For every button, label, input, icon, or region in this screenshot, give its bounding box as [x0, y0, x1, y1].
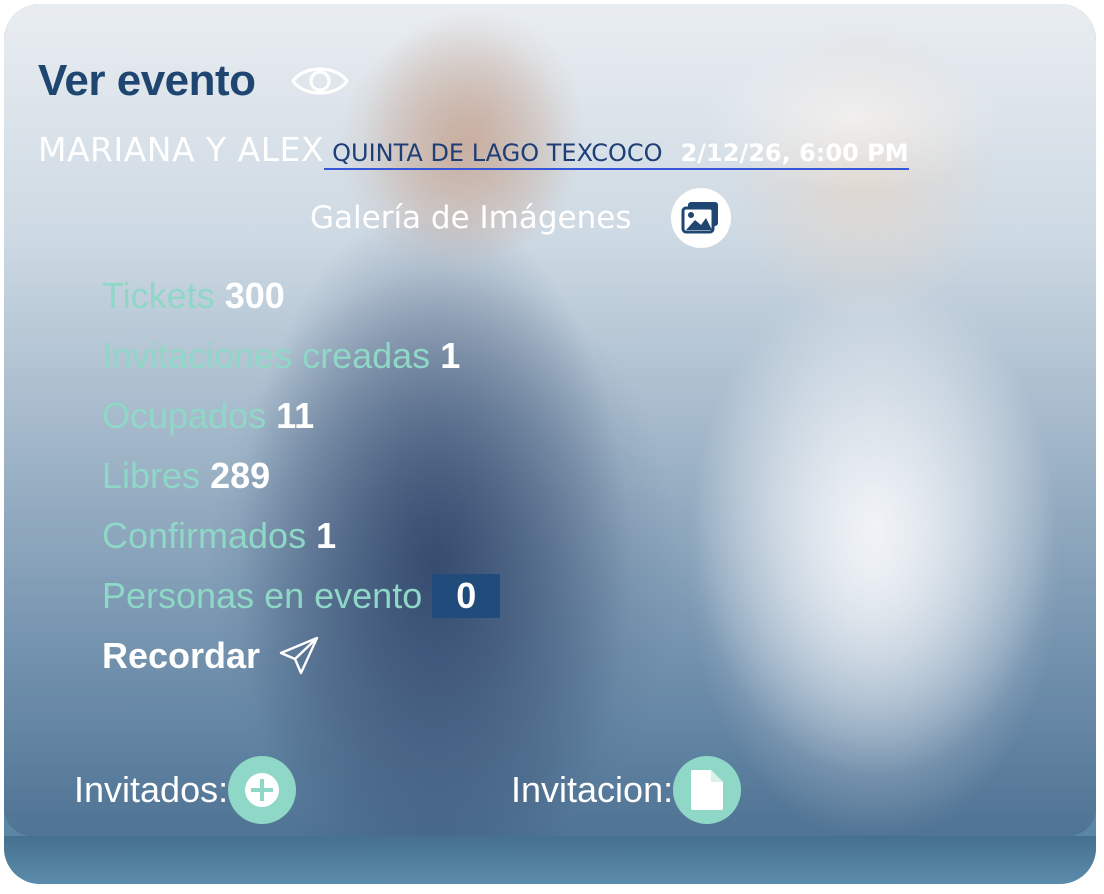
image-gallery-icon	[681, 202, 719, 234]
invitation-document-button[interactable]	[673, 756, 742, 824]
stat-label: Invitaciones creadas	[102, 335, 431, 376]
bottom-actions: Invitados: Invitacion:	[4, 756, 1096, 826]
stat-value: 289	[210, 455, 271, 496]
event-venue[interactable]: QUINTA DE LAGO TEXCOCO	[332, 139, 662, 167]
guests-label: Invitados:	[74, 769, 229, 810]
eye-icon[interactable]	[290, 61, 350, 101]
stat-people-at-event: Personas en evento 0	[102, 566, 501, 626]
stat-label: Confirmados	[102, 515, 307, 556]
event-location-link[interactable]: QUINTA DE LAGO TEXCOCO 2/12/26, 6:00 PM	[324, 139, 909, 170]
invitation-action: Invitacion:	[511, 756, 742, 824]
gallery-row: Galería de Imágenes	[310, 188, 732, 248]
add-guest-button[interactable]	[228, 756, 297, 824]
document-icon	[691, 770, 724, 810]
event-name: MARIANA Y ALEX	[38, 130, 325, 169]
stat-label: Tickets	[102, 275, 215, 316]
page-title: Ver evento	[38, 56, 256, 105]
event-card: Ver evento MARIANA Y ALEX QUINTA DE LAGO…	[4, 4, 1096, 884]
stat-label: Personas en evento	[102, 575, 423, 616]
remind-label[interactable]: Recordar	[102, 635, 260, 677]
event-stats: Tickets 300 Invitaciones creadas 1 Ocupa…	[102, 266, 501, 686]
event-datetime[interactable]: 2/12/26, 6:00 PM	[681, 139, 909, 167]
gallery-button[interactable]	[671, 188, 732, 248]
plus-circle-icon	[245, 773, 280, 807]
stat-value: 1	[440, 335, 461, 376]
gallery-label: Galería de Imágenes	[310, 200, 632, 236]
card-footer-band	[4, 836, 1096, 884]
send-icon[interactable]	[278, 635, 320, 677]
stat-value: 11	[276, 395, 315, 436]
header: Ver evento	[38, 56, 350, 106]
stat-occupied: Ocupados 11	[102, 386, 500, 446]
people-at-event-counter: 0	[432, 574, 501, 618]
stat-label: Ocupados	[102, 395, 267, 436]
remind-button[interactable]: Recordar	[102, 626, 500, 686]
stat-value: 300	[224, 275, 285, 316]
invitation-label: Invitacion:	[511, 769, 674, 810]
stat-confirmed: Confirmados 1	[102, 506, 500, 566]
stat-free: Libres 289	[102, 446, 500, 506]
stat-invitations-created: Invitaciones creadas 1	[102, 326, 500, 386]
stat-value: 1	[316, 515, 337, 556]
guests-action: Invitados:	[74, 756, 297, 824]
stat-tickets: Tickets 300	[102, 266, 500, 326]
event-info: MARIANA Y ALEX QUINTA DE LAGO TEXCOCO 2/…	[38, 130, 909, 170]
stat-label: Libres	[102, 455, 201, 496]
